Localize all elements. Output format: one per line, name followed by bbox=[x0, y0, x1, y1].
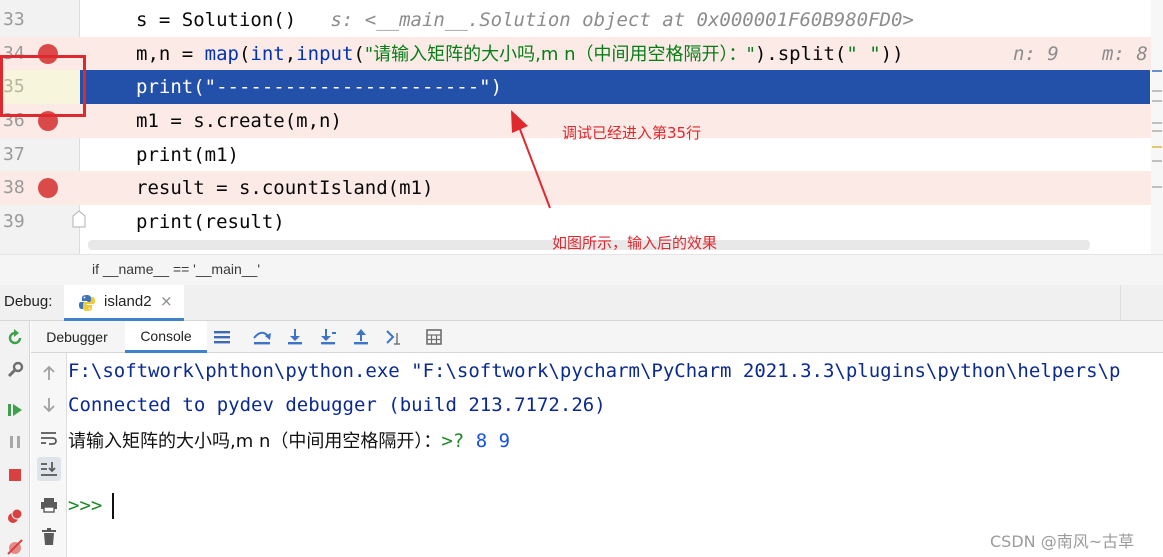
code-line-37[interactable]: 37 print(m1) bbox=[0, 138, 1163, 172]
down-arrow-icon[interactable] bbox=[37, 393, 61, 417]
header-options[interactable] bbox=[1120, 285, 1163, 321]
console-side-toolbar bbox=[31, 353, 67, 557]
step-into-icon[interactable] bbox=[284, 326, 306, 348]
inline-debug-value: s: <__main__.Solution object at 0x000001… bbox=[330, 9, 914, 31]
annotation-current-line-note: 调试已经进入第35行 bbox=[562, 124, 702, 142]
code-text: s = Solution() s: <__main__.Solution obj… bbox=[136, 9, 914, 31]
trash-icon[interactable] bbox=[37, 525, 61, 549]
debugger-sub-tabs: Debugger Console bbox=[31, 321, 1163, 353]
code-line-38[interactable]: 38 result = s.countIsland(m1) bbox=[0, 171, 1163, 205]
code-text: m,n = map(int,input("请输入矩阵的大小吗,m n（中间用空格… bbox=[136, 43, 904, 65]
debug-session-name: island2 bbox=[104, 293, 152, 310]
annotation-result-note: 如图所示，输入后的效果 bbox=[552, 234, 718, 252]
close-icon[interactable]: × bbox=[160, 292, 173, 310]
step-into-my-code-icon[interactable] bbox=[317, 326, 339, 348]
annotation-highlight-box bbox=[0, 55, 86, 117]
fold-end-icon[interactable] bbox=[71, 210, 87, 228]
debug-label: Debug: bbox=[4, 293, 53, 310]
debug-session-tab[interactable]: island2 × bbox=[64, 285, 184, 321]
console-line-command: F:\softwork\phthon\python.exe "F:\softwo… bbox=[68, 360, 1121, 382]
step-out-icon[interactable] bbox=[350, 326, 372, 348]
mute-breakpoints-icon[interactable] bbox=[4, 535, 26, 557]
run-to-cursor-icon[interactable] bbox=[383, 326, 405, 348]
line-number: 39 bbox=[3, 211, 25, 232]
breakpoint-icon[interactable] bbox=[38, 178, 58, 198]
code-text: print(result) bbox=[136, 211, 285, 233]
code-line-33[interactable]: 33 s = Solution() s: <__main__.Solution … bbox=[0, 3, 1163, 37]
pause-icon[interactable] bbox=[4, 431, 26, 453]
code-text: m1 = s.create(m,n) bbox=[136, 110, 342, 132]
editor-scroll-markers[interactable] bbox=[1151, 0, 1163, 254]
code-line-34[interactable]: 34 m,n = map(int,input("请输入矩阵的大小吗,m n（中间… bbox=[0, 37, 1163, 71]
console-line-connected: Connected to pydev debugger (build 213.7… bbox=[68, 394, 606, 416]
watermark: CSDN @南风~古草 bbox=[990, 532, 1135, 551]
debug-tool-window-header: Debug: island2 × bbox=[0, 285, 1163, 321]
breadcrumb-item[interactable]: if __name__ == '__main__' bbox=[92, 261, 260, 277]
line-number: 37 bbox=[3, 144, 25, 165]
code-text: print("-----------------------") bbox=[136, 76, 503, 98]
wrench-icon[interactable] bbox=[4, 359, 26, 381]
inline-debug-value: m: 8 bbox=[1102, 43, 1148, 65]
text-caret bbox=[112, 493, 115, 519]
tab-debugger[interactable]: Debugger bbox=[37, 321, 117, 353]
evaluate-expression-icon[interactable] bbox=[423, 326, 445, 348]
debug-left-toolbar bbox=[0, 321, 30, 557]
soft-wrap-icon[interactable] bbox=[37, 426, 61, 450]
tab-console[interactable]: Console bbox=[125, 321, 207, 353]
console-output[interactable]: F:\softwork\phthon\python.exe "F:\softwo… bbox=[67, 353, 1163, 557]
console-prompt: >>> bbox=[68, 494, 103, 517]
print-icon[interactable] bbox=[37, 493, 61, 517]
console-line-input-prompt: 请输入矩阵的大小吗,m n（中间用空格隔开）：>? 8 9 bbox=[68, 430, 511, 452]
code-text: print(m1) bbox=[136, 144, 239, 166]
up-arrow-icon[interactable] bbox=[37, 361, 61, 385]
scroll-to-end-icon[interactable] bbox=[37, 457, 61, 481]
inline-debug-value: n: 9 bbox=[1013, 43, 1059, 65]
python-icon bbox=[79, 295, 95, 311]
show-execution-point-icon[interactable] bbox=[211, 326, 233, 348]
breadcrumb[interactable]: if __name__ == '__main__' bbox=[0, 254, 1163, 285]
rerun-icon[interactable] bbox=[4, 327, 26, 349]
stop-icon[interactable] bbox=[4, 464, 26, 486]
step-over-icon[interactable] bbox=[251, 326, 273, 348]
code-line-35-current[interactable]: print("-----------------------") bbox=[80, 70, 1150, 104]
code-text: result = s.countIsland(m1) bbox=[136, 177, 434, 199]
line-number: 38 bbox=[3, 177, 25, 198]
resume-icon[interactable] bbox=[4, 399, 26, 421]
line-number: 33 bbox=[3, 9, 25, 30]
console-prompt-line[interactable]: >>> bbox=[68, 493, 115, 519]
view-breakpoints-icon[interactable] bbox=[4, 505, 26, 527]
